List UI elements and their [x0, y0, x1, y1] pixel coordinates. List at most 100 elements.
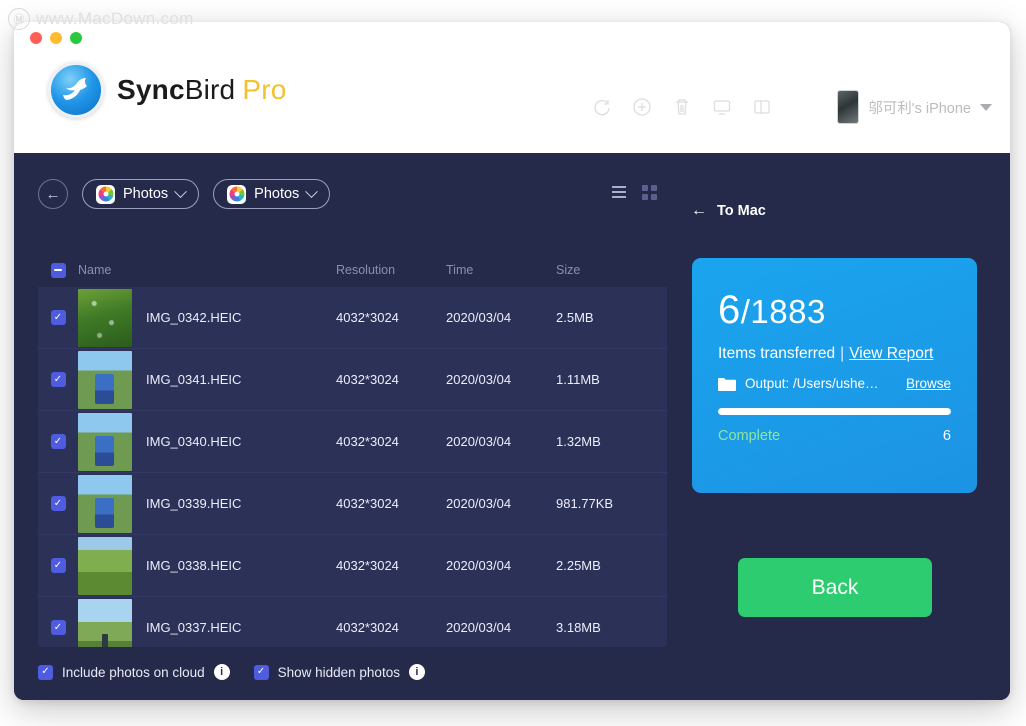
- cell-name: IMG_0341.HEIC: [78, 350, 336, 409]
- iphone-thumbnail-icon: [837, 90, 860, 124]
- add-icon[interactable]: [631, 96, 653, 118]
- file-name: IMG_0342.HEIC: [146, 310, 242, 325]
- breadcrumb-photos-2[interactable]: Photos: [213, 179, 331, 209]
- titlebar: SyncBird Pro 邬可利's iPhone: [14, 22, 1010, 153]
- show-hidden-checkbox[interactable]: ✓: [253, 664, 269, 680]
- breadcrumb-photos-1[interactable]: Photos: [82, 179, 200, 209]
- syncbird-logo-icon: [48, 62, 104, 118]
- device-name: 邬可利's iPhone: [868, 100, 971, 117]
- option-show-hidden[interactable]: ✓ Show hidden photos i: [253, 664, 425, 680]
- brand-text: SyncBird Pro: [117, 74, 287, 106]
- cell-name: IMG_0339.HEIC: [78, 474, 336, 533]
- sidebar-icon[interactable]: [751, 96, 773, 118]
- table-body: ✓ IMG_0342.HEIC 4032*3024 2020/03/04 2.5MB ✓ I…: [38, 287, 667, 647]
- row-checkbox-cell[interactable]: ✓: [38, 558, 78, 573]
- table-row[interactable]: ✓ IMG_0339.HEIC 4032*3024 2020/03/04 981.77K…: [38, 473, 667, 535]
- row-checkbox[interactable]: ✓: [50, 434, 66, 449]
- view-report-link[interactable]: View Report: [849, 345, 933, 362]
- close-button[interactable]: [30, 32, 42, 44]
- to-mac-header[interactable]: ← To Mac: [691, 202, 766, 220]
- maximize-button[interactable]: [70, 32, 82, 44]
- arrow-left-circle-icon[interactable]: ←: [38, 179, 68, 209]
- cell-time: 2020/03/04: [446, 372, 512, 387]
- browse-link[interactable]: Browse: [906, 376, 951, 391]
- output-path-row: Output: /Users/ushe… Browse: [718, 376, 951, 391]
- photo-thumbnail: [78, 350, 132, 409]
- photo-thumbnail: [78, 536, 132, 595]
- photo-thumbnail: [78, 412, 132, 471]
- cell-time: 2020/03/04: [446, 434, 512, 449]
- cell-size: 2.5MB: [556, 310, 594, 325]
- to-mac-title: To Mac: [717, 203, 766, 219]
- row-checkbox[interactable]: ✓: [50, 620, 66, 635]
- transfer-status-card: 6/1883 Items transferred | View Report Out…: [692, 258, 977, 493]
- table-header: Name Resolution Time Size: [38, 253, 667, 287]
- row-checkbox[interactable]: ✓: [50, 496, 66, 511]
- grid-view-icon[interactable]: [640, 183, 658, 201]
- column-header-time[interactable]: Time: [446, 263, 556, 277]
- row-checkbox-cell[interactable]: ✓: [38, 372, 78, 387]
- cell-time: 2020/03/04: [446, 620, 512, 635]
- cell-resolution: 4032*3024: [336, 372, 399, 387]
- device-selector[interactable]: 邬可利's iPhone: [837, 90, 992, 124]
- file-name: IMG_0339.HEIC: [146, 496, 242, 511]
- items-transferred-label: Items transferred: [718, 345, 836, 362]
- chevron-down-icon: [174, 184, 188, 198]
- apple-photos-icon: [227, 184, 247, 204]
- row-checkbox[interactable]: ✓: [50, 372, 66, 387]
- row-checkbox-cell[interactable]: ✓: [38, 310, 78, 325]
- table-row[interactable]: ✓ IMG_0341.HEIC 4032*3024 2020/03/04 1.11MB: [38, 349, 667, 411]
- photo-thumbnail: [78, 598, 132, 647]
- total-count: /1883: [740, 293, 826, 330]
- row-checkbox[interactable]: ✓: [50, 310, 66, 325]
- arrow-left-icon[interactable]: ←: [691, 202, 707, 220]
- file-name: IMG_0337.HEIC: [146, 620, 242, 635]
- view-toggle-group: [610, 183, 658, 201]
- chevron-down-icon[interactable]: [980, 103, 992, 111]
- cell-name: IMG_0342.HEIC: [78, 288, 336, 347]
- list-view-icon[interactable]: [610, 183, 628, 201]
- select-all-checkbox[interactable]: [50, 262, 66, 278]
- column-header-size[interactable]: Size: [556, 263, 656, 277]
- monitor-icon[interactable]: [711, 96, 733, 118]
- table-row[interactable]: ✓ IMG_0342.HEIC 4032*3024 2020/03/04 2.5MB: [38, 287, 667, 349]
- right-pane: ← To Mac 6/1883 Items transferred | View R…: [679, 153, 1010, 700]
- cell-size: 2.25MB: [556, 558, 601, 573]
- brand-pro: Pro: [242, 74, 287, 105]
- cell-size: 981.77KB: [556, 496, 614, 511]
- row-checkbox[interactable]: ✓: [50, 558, 66, 573]
- select-all-checkbox-cell[interactable]: [38, 262, 78, 278]
- refresh-icon[interactable]: [591, 96, 613, 118]
- output-path-text: Output: /Users/ushe…: [745, 376, 879, 391]
- column-header-name[interactable]: Name: [78, 263, 336, 277]
- cell-time: 2020/03/04: [446, 310, 512, 325]
- row-checkbox-cell[interactable]: ✓: [38, 434, 78, 449]
- options-bar: ✓ Include photos on cloud i ✓ Show hidde…: [38, 664, 425, 680]
- table-row[interactable]: ✓ IMG_0337.HEIC 4032*3024 2020/03/04 3.18MB: [38, 597, 667, 647]
- file-list-panel: Name Resolution Time Size ✓ IMG_0342.HEIC…: [38, 253, 667, 647]
- brand-bird: Bird: [184, 74, 236, 105]
- info-icon[interactable]: i: [213, 664, 230, 680]
- separator: |: [840, 345, 845, 362]
- photo-thumbnail: [78, 288, 132, 347]
- include-cloud-checkbox[interactable]: ✓: [38, 664, 53, 680]
- header-toolbar: 邬可利's iPhone: [591, 90, 992, 124]
- folder-icon: [718, 377, 736, 391]
- row-checkbox-cell[interactable]: ✓: [38, 496, 78, 511]
- column-header-resolution[interactable]: Resolution: [336, 263, 446, 277]
- app-brand: SyncBird Pro: [48, 62, 287, 118]
- cell-resolution: 4032*3024: [336, 620, 399, 635]
- breadcrumb-label-1: Photos: [123, 186, 169, 202]
- minimize-button[interactable]: [50, 32, 62, 44]
- info-icon[interactable]: i: [408, 664, 425, 680]
- table-row[interactable]: ✓ IMG_0340.HEIC 4032*3024 2020/03/04 1.32MB: [38, 411, 667, 473]
- items-transferred-line: Items transferred | View Report: [718, 345, 951, 363]
- row-checkbox-cell[interactable]: ✓: [38, 620, 78, 635]
- cell-resolution: 4032*3024: [336, 434, 399, 449]
- back-button[interactable]: Back: [738, 558, 932, 617]
- trash-icon[interactable]: [671, 96, 693, 118]
- table-row[interactable]: ✓ IMG_0338.HEIC 4032*3024 2020/03/04 2.25MB: [38, 535, 667, 597]
- transferred-count: 6: [718, 288, 741, 332]
- option-include-cloud[interactable]: ✓ Include photos on cloud i: [38, 664, 230, 680]
- main-content: ← Photos Photos Name Resolution Time Siz…: [14, 153, 1010, 700]
